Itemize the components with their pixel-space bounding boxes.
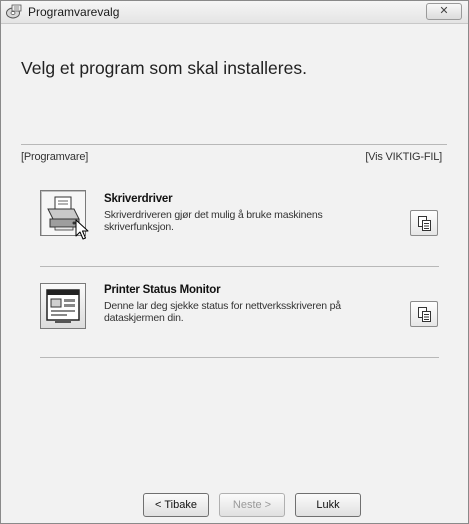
item-description: Skriverdriveren gjør det mulig å bruke m… xyxy=(104,209,323,233)
title-bar: Programvarevalg ✕ xyxy=(1,1,468,24)
next-button[interactable]: Neste > xyxy=(219,493,285,517)
installer-window: Programvarevalg ✕ Velg et program som sk… xyxy=(0,0,469,524)
printer-icon xyxy=(47,196,80,231)
item-description: Denne lar deg sjekke status for nettverk… xyxy=(104,300,341,324)
item-title: Printer Status Monitor xyxy=(104,284,221,296)
show-important-file-label: [Vis VIKTIG-FIL] xyxy=(365,151,442,163)
item-divider xyxy=(40,357,439,358)
status-monitor-icon xyxy=(46,289,80,323)
install-printer-driver-button[interactable] xyxy=(40,190,86,236)
item-title: Skriverdriver xyxy=(104,193,173,205)
document-icon xyxy=(418,216,431,231)
page-heading: Velg et program som skal installeres. xyxy=(21,58,307,78)
view-doc-button[interactable] xyxy=(410,301,438,327)
app-disc-icon xyxy=(6,4,22,19)
install-status-monitor-button[interactable] xyxy=(40,283,86,329)
back-button[interactable]: < Tibake xyxy=(143,493,209,517)
view-doc-button[interactable] xyxy=(410,210,438,236)
window-close-button[interactable]: ✕ xyxy=(426,3,462,20)
window-title: Programvarevalg xyxy=(28,5,120,19)
software-section-label: [Programvare] xyxy=(21,151,89,163)
close-button[interactable]: Lukk xyxy=(295,493,361,517)
document-icon xyxy=(418,307,431,322)
section-divider xyxy=(21,144,447,145)
item-divider xyxy=(40,266,439,267)
close-icon: ✕ xyxy=(439,5,449,17)
